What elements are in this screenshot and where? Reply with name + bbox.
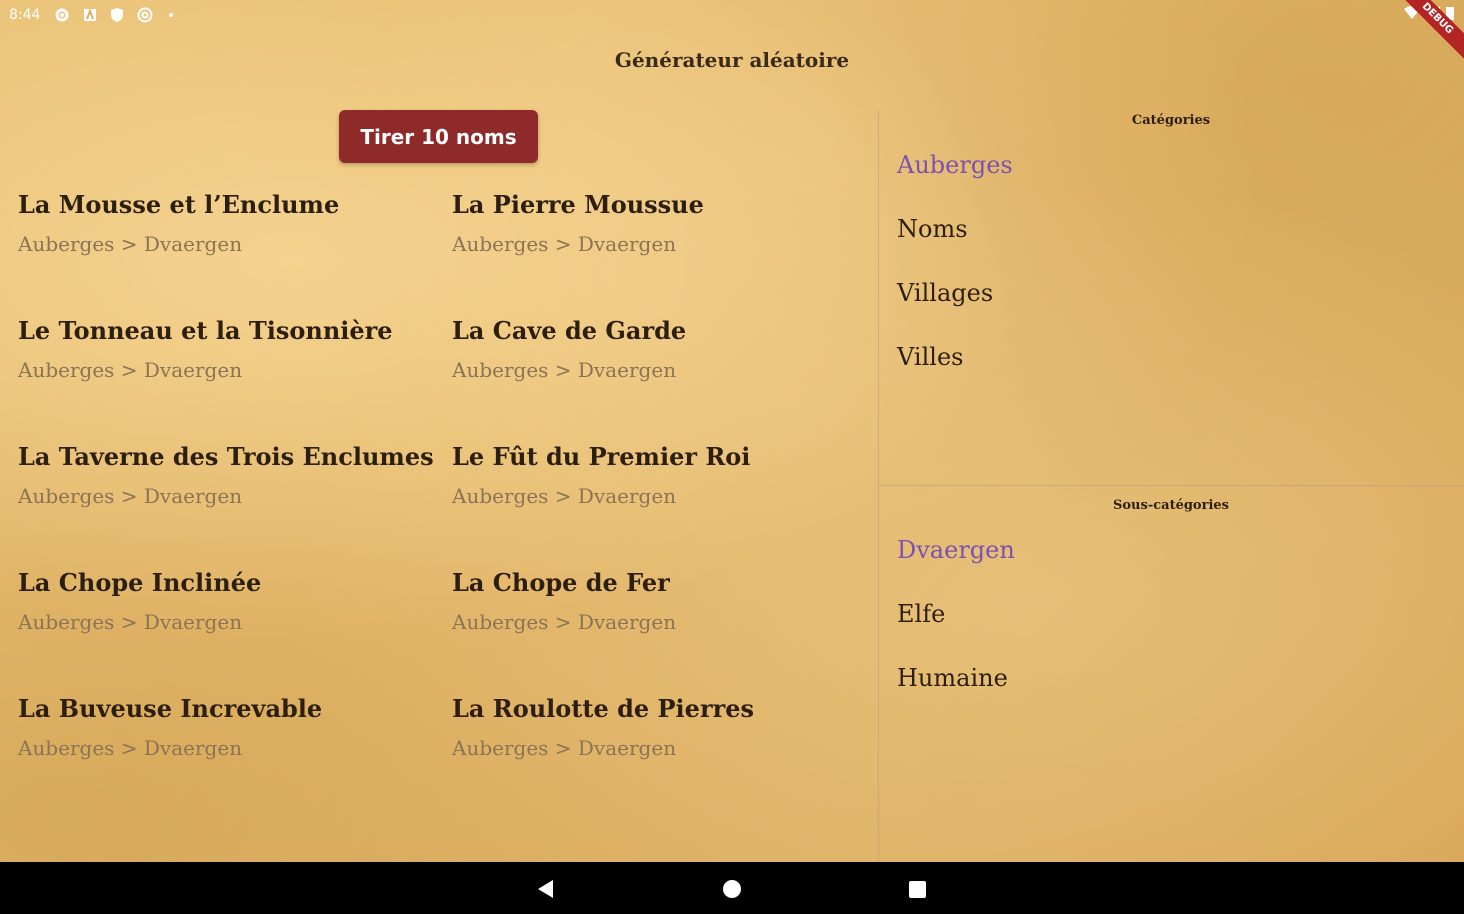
result-path: Auberges > Dvaergen — [18, 736, 243, 760]
status-bar: 8:44 — [0, 0, 1464, 32]
subcategory-item-humaine[interactable]: Humaine — [897, 646, 1015, 710]
result-item: La Chope Inclinée Auberges > Dvaergen — [18, 564, 452, 690]
result-path: Auberges > Dvaergen — [18, 232, 243, 256]
draw-names-button[interactable]: Tirer 10 noms — [339, 110, 538, 163]
result-item: La Buveuse Increvable Auberges > Dvaerge… — [18, 690, 452, 816]
result-name: La Pierre Moussue — [452, 190, 704, 219]
result-path: Auberges > Dvaergen — [18, 358, 243, 382]
subcategories-list: Dvaergen Elfe Humaine — [897, 518, 1015, 710]
subcategories-title: Sous-catégories — [1113, 498, 1229, 513]
result-name: La Buveuse Increvable — [18, 694, 323, 723]
vertical-divider — [878, 110, 879, 862]
shield-icon — [111, 8, 123, 22]
result-path: Auberges > Dvaergen — [452, 484, 677, 508]
recents-icon[interactable] — [909, 881, 926, 898]
result-item: La Cave de Garde Auberges > Dvaergen — [452, 312, 872, 438]
subcategory-item-elfe[interactable]: Elfe — [897, 582, 1015, 646]
categories-list: Auberges Noms Villages Villes — [897, 133, 1013, 389]
gear-icon — [55, 8, 69, 22]
subcategory-item-dvaergen[interactable]: Dvaergen — [897, 518, 1015, 582]
at-icon — [137, 7, 153, 23]
result-item: La Roulotte de Pierres Auberges > Dvaerg… — [452, 690, 872, 816]
home-icon[interactable] — [723, 880, 741, 898]
result-name: Le Fût du Premier Roi — [452, 442, 751, 471]
category-item-villages[interactable]: Villages — [897, 261, 1013, 325]
horizontal-divider — [878, 485, 1464, 486]
back-icon[interactable] — [538, 880, 553, 898]
results-grid: La Mousse et l’Enclume Auberges > Dvaerg… — [18, 186, 878, 816]
result-item: La Pierre Moussue Auberges > Dvaergen — [452, 186, 872, 312]
dot-icon — [169, 13, 173, 17]
result-path: Auberges > Dvaergen — [18, 484, 243, 508]
result-item: La Mousse et l’Enclume Auberges > Dvaerg… — [18, 186, 452, 312]
result-name: La Cave de Garde — [452, 316, 687, 345]
result-name: La Mousse et l’Enclume — [18, 190, 340, 219]
status-time: 8:44 — [9, 7, 41, 23]
category-item-noms[interactable]: Noms — [897, 197, 1013, 261]
result-name: La Chope de Fer — [452, 568, 670, 597]
result-name: La Chope Inclinée — [18, 568, 262, 597]
result-path: Auberges > Dvaergen — [452, 736, 677, 760]
result-path: Auberges > Dvaergen — [452, 232, 677, 256]
result-name: Le Tonneau et la Tisonnière — [18, 316, 393, 345]
categories-title: Catégories — [1131, 113, 1211, 128]
result-item: La Taverne des Trois Enclumes Auberges >… — [18, 438, 452, 564]
result-path: Auberges > Dvaergen — [452, 610, 677, 634]
a-icon — [84, 8, 96, 21]
category-item-auberges[interactable]: Auberges — [897, 133, 1013, 197]
result-name: La Roulotte de Pierres — [452, 694, 755, 723]
page-title: Générateur aléatoire — [614, 48, 850, 72]
result-item: Le Tonneau et la Tisonnière Auberges > D… — [18, 312, 452, 438]
result-name: La Taverne des Trois Enclumes — [18, 442, 434, 471]
category-item-villes[interactable]: Villes — [897, 325, 1013, 389]
result-path: Auberges > Dvaergen — [452, 358, 677, 382]
result-item: La Chope de Fer Auberges > Dvaergen — [452, 564, 872, 690]
result-item: Le Fût du Premier Roi Auberges > Dvaerge… — [452, 438, 872, 564]
result-path: Auberges > Dvaergen — [18, 610, 243, 634]
